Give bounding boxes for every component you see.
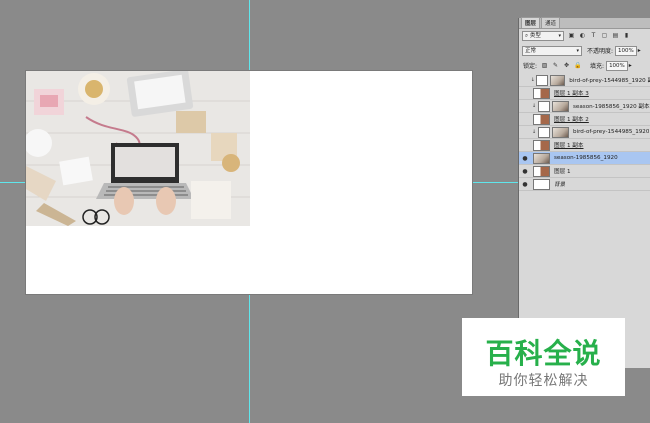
type-filter-icon[interactable]: T xyxy=(590,32,597,39)
filter-row: ⌕ 类型 ▾ ▣ ◐ T ▢ ▤ ▮ xyxy=(519,30,650,41)
blend-mode-select[interactable]: 正常 ▾ xyxy=(522,45,582,56)
layer-name: 图层 1 副本 xyxy=(554,143,584,149)
eye-icon[interactable]: ● xyxy=(519,181,531,188)
clipping-mask-icon: ↓ xyxy=(530,77,535,83)
layer-thumbnail xyxy=(538,126,550,138)
filter-toggle-icon[interactable]: ▮ xyxy=(623,32,630,39)
lock-transparent-icon[interactable]: ▨ xyxy=(541,62,548,69)
lock-image-icon[interactable]: ✎ xyxy=(552,62,559,69)
layer-name: bird-of-prey-1544985_1920 副本 xyxy=(569,78,650,84)
layer-row[interactable]: 图层 1 副本 xyxy=(519,139,650,152)
layer-thumbnail xyxy=(533,165,550,177)
layer-row[interactable]: ↓ bird-of-prey-1544985_1920 xyxy=(519,126,650,139)
layer-thumbnail xyxy=(533,152,550,164)
lock-label: 锁定: xyxy=(523,63,538,70)
watermark-title: 百科全说 xyxy=(485,337,602,370)
layer-row[interactable]: 图层 1 副本 3 xyxy=(519,87,650,100)
layers-list: ↓ bird-of-prey-1544985_1920 副本 图层 1 副本 3… xyxy=(519,74,650,191)
chevron-down-icon: ▾ xyxy=(576,47,579,54)
layer-thumbnail xyxy=(533,178,550,190)
layer-row-selected[interactable]: ● season-1985856_1920 xyxy=(519,152,650,165)
blend-row: 正常 ▾ 不透明度: 100% ▸ xyxy=(519,45,650,56)
blend-mode-label: 正常 xyxy=(525,47,537,54)
tab-channels[interactable]: 通道 xyxy=(541,17,561,28)
watermark-subtitle: 助你轻松解决 xyxy=(498,373,589,389)
layer-name: 图层 1 副本 3 xyxy=(554,91,589,97)
layer-row[interactable]: ● 背景 xyxy=(519,178,650,191)
chevron-down-icon: ▾ xyxy=(558,32,561,39)
layer-thumbnail xyxy=(538,100,550,112)
photo-layer-image xyxy=(26,71,250,226)
layers-panel: 图层 通道 ⌕ 类型 ▾ ▣ ◐ T ▢ ▤ ▮ 正常 ▾ 不透明度: 100%… xyxy=(518,17,650,368)
layer-mask-thumbnail xyxy=(552,126,569,138)
opacity-label: 不透明度: xyxy=(587,48,614,55)
layer-name: 图层 1 xyxy=(554,169,571,175)
filter-search-icon: ⌕ xyxy=(525,32,529,39)
layer-row[interactable]: ↓ bird-of-prey-1544985_1920 副本 xyxy=(519,74,650,87)
adjustment-filter-icon[interactable]: ◐ xyxy=(579,32,586,39)
pixel-filter-icon[interactable]: ▣ xyxy=(568,32,575,39)
layer-name: bird-of-prey-1544985_1920 xyxy=(573,129,650,135)
smart-object-filter-icon[interactable]: ▤ xyxy=(612,32,619,39)
fill-dropdown-icon[interactable]: ▸ xyxy=(629,62,632,69)
watermark-box: 百科全说 助你轻松解决 xyxy=(462,318,625,396)
opacity-field[interactable]: 100% xyxy=(615,45,637,56)
layer-row[interactable]: 图层 1 副本 2 xyxy=(519,113,650,126)
layer-name: 图层 1 副本 2 xyxy=(554,117,589,123)
filter-kind-label: 类型 xyxy=(529,32,541,39)
lock-position-icon[interactable]: ✥ xyxy=(563,62,570,69)
lock-all-icon[interactable]: 🔒 xyxy=(574,62,581,69)
layer-mask-thumbnail xyxy=(549,74,566,86)
filter-kind-select[interactable]: ⌕ 类型 ▾ xyxy=(522,30,564,41)
layer-name: season-1985856_1920 xyxy=(554,155,618,161)
layer-thumbnail xyxy=(533,139,550,151)
eye-icon[interactable]: ● xyxy=(519,155,531,162)
clipping-mask-icon: ↓ xyxy=(531,103,537,109)
tab-layers[interactable]: 图层 xyxy=(521,17,541,28)
layer-thumbnail xyxy=(536,74,548,86)
panel-tabs: 图层 通道 xyxy=(519,17,650,29)
clipping-mask-icon: ↓ xyxy=(531,129,537,135)
fill-field[interactable]: 100% xyxy=(606,60,628,71)
eye-icon[interactable]: ● xyxy=(519,168,531,175)
fill-label: 填充: xyxy=(590,63,605,70)
layer-name: season-1985856_1920 副本 xyxy=(573,104,650,110)
layer-mask-thumbnail xyxy=(552,100,569,112)
layer-row[interactable]: ↓ season-1985856_1920 副本 xyxy=(519,100,650,113)
shape-filter-icon[interactable]: ▢ xyxy=(601,32,608,39)
layer-thumbnail xyxy=(533,113,550,125)
layer-thumbnail xyxy=(533,87,550,99)
layer-name: 背景 xyxy=(554,182,566,188)
opacity-dropdown-icon[interactable]: ▸ xyxy=(638,47,641,54)
lock-row: 锁定: ▨ ✎ ✥ 🔒 填充: 100% ▸ xyxy=(519,60,650,71)
layer-row[interactable]: ● 图层 1 xyxy=(519,165,650,178)
